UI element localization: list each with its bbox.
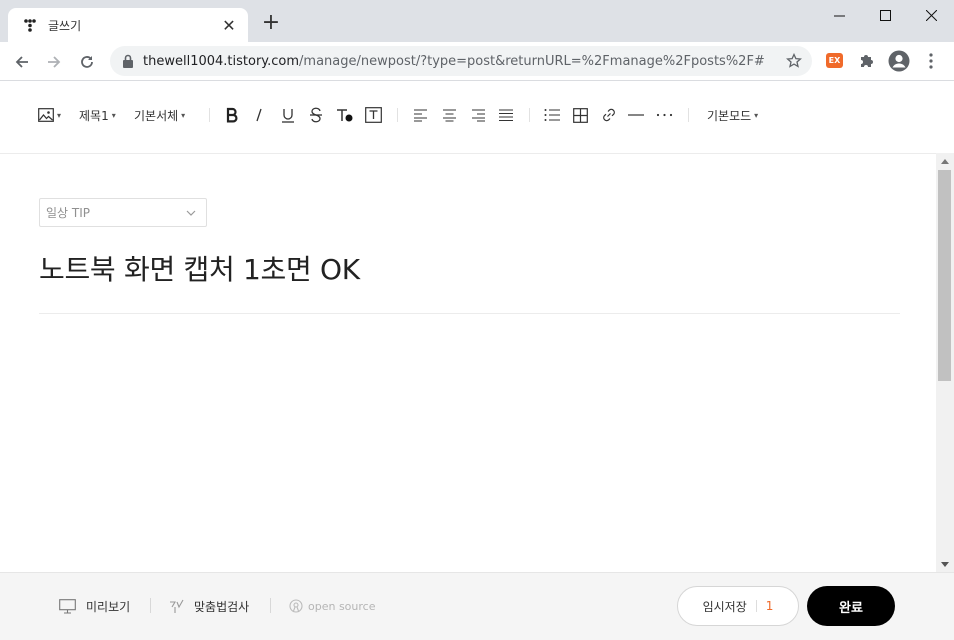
footer-divider [270,598,271,613]
bold-icon [226,107,238,123]
back-button[interactable] [9,49,35,75]
category-label: 일상 TIP [46,206,91,220]
align-right-button[interactable] [471,104,486,126]
italic-button[interactable] [253,104,265,126]
save-draft-button[interactable]: 임시저장 1 [677,586,799,626]
more-horizontal-icon [656,113,673,117]
spellcheck-label: 맞춤법검사 [194,599,250,614]
window-close-button[interactable] [908,0,954,30]
text-color-icon [337,109,353,122]
publish-done-label: 완료 [839,600,863,616]
heading-label: 제목1 [79,108,109,123]
url-text: thewell1004.tistory.com/manage/newpost/?… [143,53,765,69]
arrow-left-icon [15,56,28,68]
open-source-link[interactable]: open source [289,596,375,616]
tab-close-icon[interactable]: ✕ [218,14,240,36]
preview-label: 미리보기 [86,599,131,614]
triangle-up-icon [941,158,949,164]
horizontal-line-icon [628,114,644,116]
toolbar-divider [688,108,689,122]
profile-avatar-icon[interactable] [888,50,910,72]
footer-divider [150,598,151,613]
toolbar-divider [397,108,398,122]
extension-ex-icon[interactable]: EX [826,53,843,68]
align-justify-button[interactable] [498,104,514,126]
underline-icon [282,109,294,123]
spellcheck-icon [170,599,184,613]
scrollbar-thumb[interactable] [938,170,951,381]
insert-image-button[interactable]: ▾ [38,104,61,126]
open-source-icon [289,599,303,613]
preview-button[interactable]: 미리보기 [59,596,130,616]
text-color-button[interactable] [336,104,354,126]
window-minimize-button[interactable] [816,0,862,30]
bullet-list-button[interactable] [544,104,560,126]
tab-title: 글쓰기 [48,18,82,33]
align-center-icon [443,109,456,122]
insert-link-button[interactable] [601,104,617,126]
heading-dropdown[interactable]: 제목1 ▾ [79,104,116,126]
arrow-right-icon [48,56,61,68]
browser-tab[interactable]: 글쓰기 ✕ [8,8,248,42]
spellcheck-button[interactable]: 맞춤법검사 [168,596,249,616]
scroll-up-button[interactable] [936,153,954,169]
title-divider [39,313,900,314]
align-left-button[interactable] [413,104,428,126]
category-select[interactable]: 일상 TIP [39,198,207,227]
address-bar[interactable]: thewell1004.tistory.com/manage/newpost/?… [110,46,812,76]
extensions-puzzle-icon[interactable] [857,51,877,71]
font-label: 기본서체 [134,108,179,123]
publish-done-button[interactable]: 완료 [807,586,895,626]
editor-mode-label: 기본모드 [707,108,752,123]
bold-button[interactable] [225,104,239,126]
tistory-favicon-icon [24,19,36,32]
underline-button[interactable] [281,104,295,126]
text-background-button[interactable] [365,104,382,126]
more-options-button[interactable] [656,104,673,126]
minimize-icon [833,15,845,16]
draft-divider [755,600,757,612]
image-icon [38,108,54,122]
open-source-label: open source [308,599,376,613]
draft-count-badge[interactable]: 1 [766,599,774,613]
toolbar-divider [209,108,210,122]
italic-icon [256,108,262,122]
save-draft-label: 임시저장 [702,599,747,614]
more-vertical-icon [929,53,933,69]
link-icon [603,108,615,122]
text-background-icon [365,107,382,123]
align-right-icon [472,109,485,122]
scroll-down-button[interactable] [936,556,954,572]
close-window-icon [925,9,937,21]
monitor-icon [59,598,76,614]
insert-table-button[interactable] [573,104,588,126]
chevron-down-icon: ▾ [57,110,62,120]
forward-button[interactable] [41,49,67,75]
horizontal-rule-button[interactable] [628,104,644,126]
chevron-down-icon [186,210,196,216]
chevron-down-icon: ▾ [181,110,186,120]
chevron-down-icon: ▾ [111,110,116,120]
align-center-button[interactable] [442,104,457,126]
bookmark-star-icon[interactable] [784,51,804,71]
browser-menu-button[interactable] [922,51,940,71]
toolbar-divider [529,108,530,122]
maximize-icon [879,9,891,21]
strikethrough-icon [310,107,322,123]
chevron-down-icon: ▾ [754,110,759,120]
font-dropdown[interactable]: 기본서체 ▾ [134,104,185,126]
triangle-down-icon [941,561,949,567]
lock-icon [123,54,133,68]
reload-button[interactable] [74,49,100,75]
post-title-input[interactable]: 노트북 화면 캡처 1초면 OK [39,248,360,288]
table-icon [573,107,588,123]
strikethrough-button[interactable] [309,104,323,126]
window-maximize-button[interactable] [862,0,908,30]
bullet-list-icon [544,109,560,121]
editor-mode-dropdown[interactable]: 기본모드 ▾ [707,104,758,126]
align-justify-icon [499,109,513,122]
align-left-icon [414,109,427,122]
new-tab-button[interactable]: + [260,12,282,35]
reload-icon [81,56,93,68]
